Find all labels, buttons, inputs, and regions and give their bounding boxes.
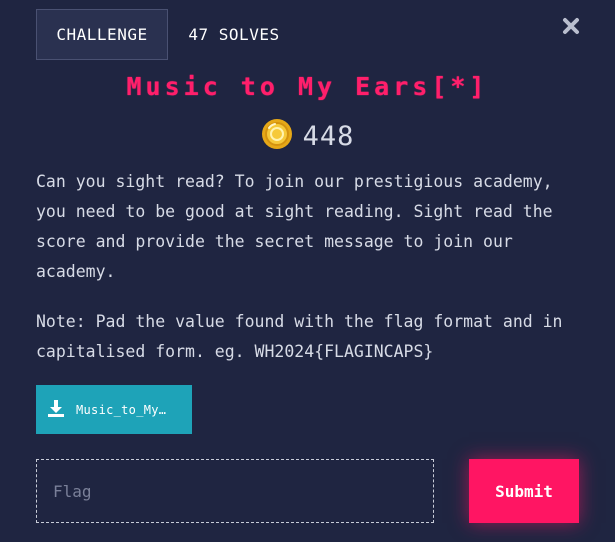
points-display: 448 [0, 118, 615, 154]
challenge-description: Can you sight read? To join our prestigi… [36, 167, 581, 387]
tab-challenge-label: CHALLENGE [56, 25, 148, 44]
points-value: 448 [302, 120, 355, 152]
challenge-title: Music to My Ears[*] [126, 72, 489, 101]
description-note: Note: Pad the value found with the flag … [36, 312, 563, 361]
close-icon[interactable] [561, 16, 581, 36]
flag-input[interactable] [36, 459, 434, 523]
tab-solves[interactable]: 47 SOLVES [172, 9, 296, 60]
coin-icon [261, 118, 293, 154]
download-file-button[interactable]: Music_to_My… [36, 385, 192, 434]
download-icon [46, 398, 66, 422]
tab-challenge[interactable]: CHALLENGE [36, 9, 168, 60]
description-paragraph: Can you sight read? To join our prestigi… [36, 172, 553, 281]
download-file-label: Music_to_My… [76, 402, 167, 417]
submit-button[interactable]: Submit [469, 459, 579, 523]
tab-solves-label: 47 SOLVES [188, 25, 280, 44]
